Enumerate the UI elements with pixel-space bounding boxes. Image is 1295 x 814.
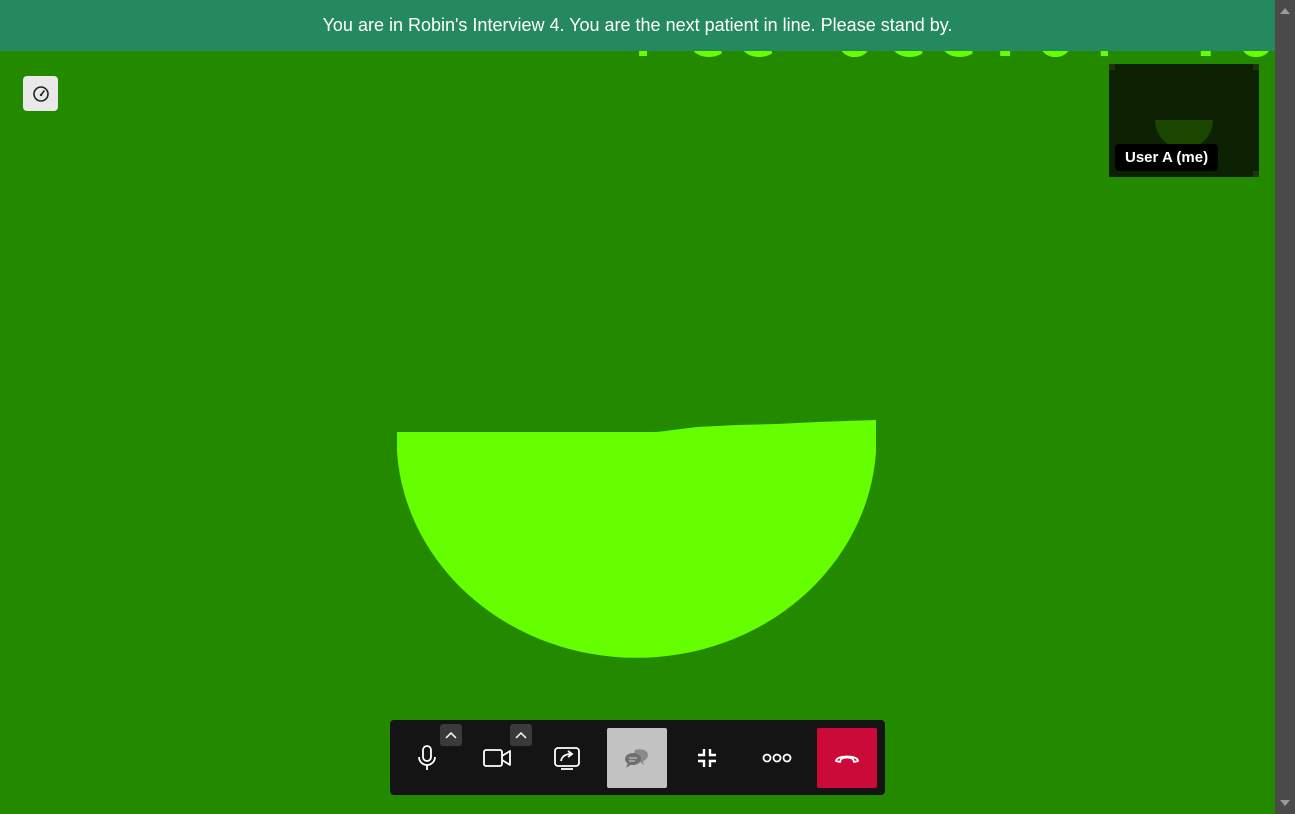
camera-options-button[interactable] (510, 724, 532, 746)
queue-status-banner: You are in Robin's Interview 4. You are … (0, 0, 1275, 51)
chevron-up-icon (445, 731, 457, 739)
self-view-tile: User A (me) (1109, 64, 1259, 177)
share-screen-button[interactable] (537, 728, 597, 788)
microphone-icon (418, 745, 436, 770)
hang-up-button[interactable] (817, 728, 877, 788)
call-toolbar (390, 720, 885, 795)
self-view-label: User A (me) (1115, 144, 1219, 171)
exit-fullscreen-button[interactable] (677, 728, 737, 788)
page-scrollbar[interactable] (1275, 0, 1295, 814)
share-screen-icon (554, 747, 580, 770)
remote-video-semicircle (397, 420, 876, 658)
chat-icon (625, 749, 648, 768)
microphone-options-button[interactable] (440, 724, 462, 746)
collapse-icon (698, 749, 716, 767)
video-camera-icon (483, 749, 511, 767)
connection-stats-button[interactable] (23, 76, 58, 111)
chevron-up-icon (515, 731, 527, 739)
speedometer-icon (32, 85, 49, 102)
more-options-button[interactable] (747, 728, 807, 788)
scroll-down-arrow-icon[interactable] (1280, 800, 1290, 806)
more-dots-icon (762, 753, 792, 763)
chat-button[interactable] (607, 728, 667, 788)
scroll-up-arrow-icon[interactable] (1280, 8, 1290, 14)
video-stage: Fcc 0cc.0f .00.0 You are in Robin's Inte… (0, 0, 1275, 814)
hang-up-icon (835, 755, 859, 763)
